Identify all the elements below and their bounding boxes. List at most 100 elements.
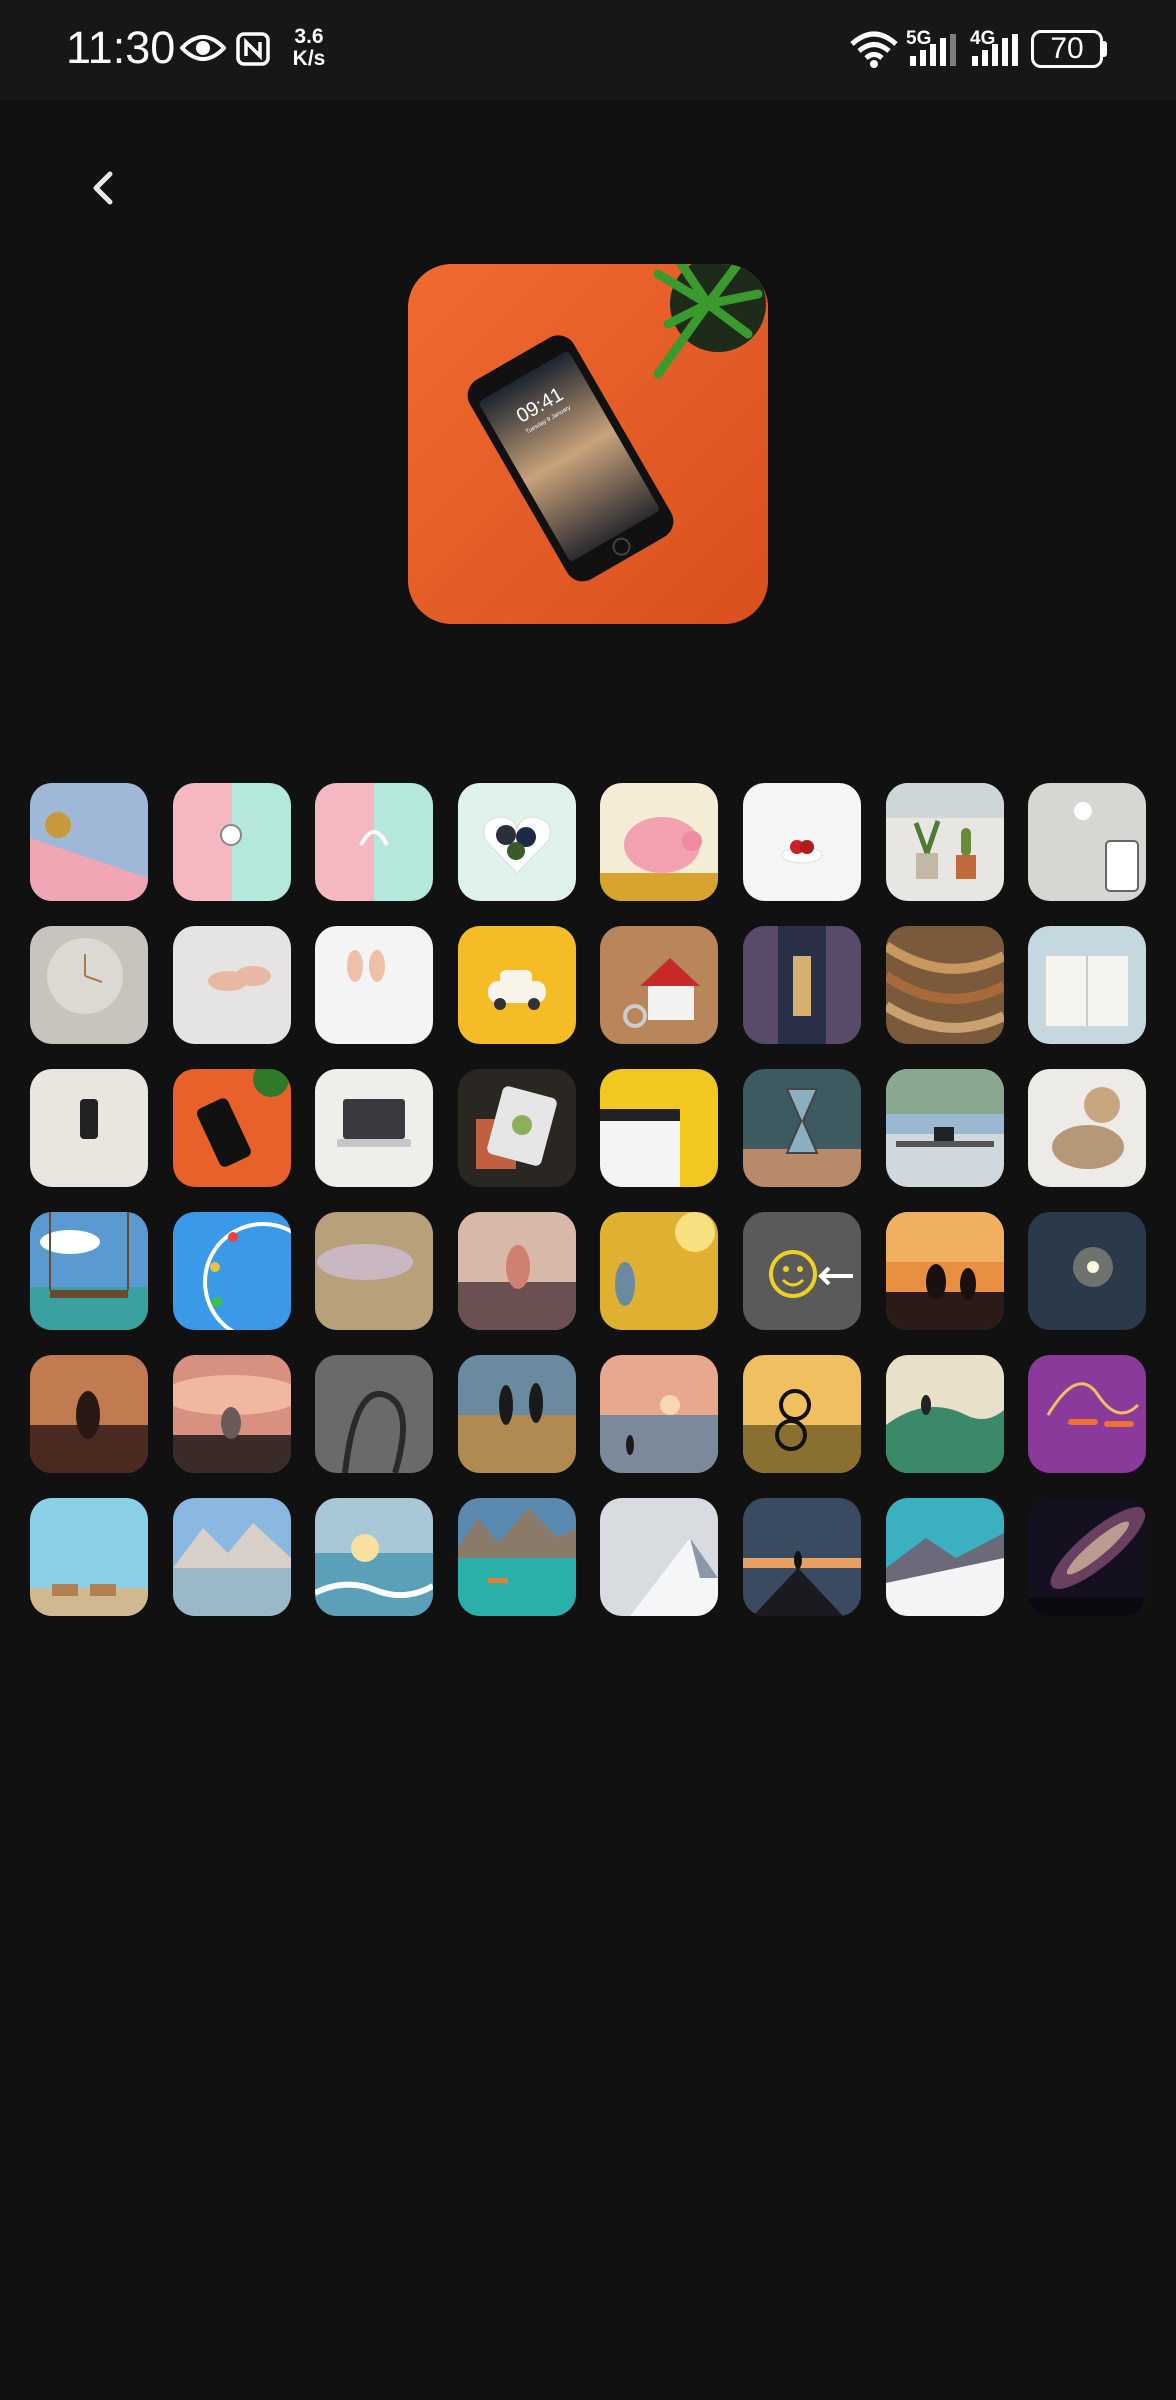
wallpaper-image — [600, 1355, 719, 1473]
wallpaper-thumbnail-surfer-wave[interactable] — [885, 1355, 1004, 1473]
wallpaper-image — [1028, 1355, 1147, 1473]
wallpaper-thumbnail-smiley-arrow-ground[interactable] — [742, 1212, 861, 1330]
wallpaper-thumbnail-baby-feet-blanket[interactable] — [172, 926, 291, 1044]
wallpaper-thumbnail-jump-rope-shadow[interactable] — [315, 1355, 434, 1473]
wallpaper-image — [742, 1069, 861, 1187]
wallpaper-thumbnail-meditation-clouds[interactable] — [172, 1355, 291, 1473]
nfc-icon — [236, 32, 270, 66]
wallpaper-thumbnail-pastel-blue-pink-gold-coin[interactable] — [30, 783, 148, 901]
wallpaper-image — [1028, 926, 1147, 1044]
eye-icon — [180, 35, 226, 61]
wallpaper-thumbnail-milky-way-night[interactable] — [1028, 1498, 1147, 1616]
wallpaper-image — [885, 1355, 1004, 1473]
wallpaper-image — [885, 1069, 1004, 1187]
wallpaper-thumbnail-berry-heart-bowl[interactable] — [457, 783, 576, 901]
wallpaper-thumbnail-ferris-wheel-sky[interactable] — [172, 1212, 291, 1330]
wallpaper-thumbnail-phone-on-white[interactable] — [30, 1069, 148, 1187]
status-time: 11:30 — [66, 22, 176, 73]
signal-icon — [972, 34, 1018, 66]
wallpaper-thumbnail-pastel-pink-mint-clock[interactable] — [172, 783, 291, 901]
wallpaper-image — [315, 1069, 434, 1187]
wallpaper-thumbnail-tablet-drawing-dark[interactable] — [457, 1069, 576, 1187]
wallpaper-thumbnail-friends-beach-walk[interactable] — [457, 1355, 576, 1473]
wallpaper-thumbnail-clapperboard-yellow[interactable] — [600, 1069, 719, 1187]
wallpaper-image — [172, 1498, 291, 1616]
wallpaper-thumbnail-yoga-sunset[interactable] — [30, 1355, 148, 1473]
wallpaper-thumbnail-finger-heart-sunset[interactable] — [457, 1212, 576, 1330]
wallpaper-thumbnail-couple-sunset-hill[interactable] — [885, 1212, 1004, 1330]
wallpaper-thumbnail-pastel-pink-mint-headphones[interactable] — [315, 783, 434, 901]
wallpaper-image — [457, 1212, 576, 1330]
wallpaper-image — [457, 1069, 576, 1187]
network-speed: 3.6 K/s — [284, 26, 334, 70]
wallpaper-image — [315, 1355, 434, 1473]
wallpaper-thumbnail-library-corridor[interactable] — [742, 926, 861, 1044]
wallpaper-thumbnail-hourglass-sand[interactable] — [742, 1069, 861, 1187]
wallpaper-thumbnail-beach-swing[interactable] — [30, 1212, 148, 1330]
wallpaper-thumbnail-desk-flatlay-gray[interactable] — [1028, 783, 1147, 901]
wallpaper-image — [172, 1069, 291, 1187]
wallpaper-image — [315, 1212, 434, 1330]
wallpaper-image — [742, 1498, 861, 1616]
wallpaper-image — [885, 1212, 1004, 1330]
wallpaper-thumbnail-pink-piggy-bank[interactable] — [600, 783, 719, 901]
wallpaper-image — [315, 783, 434, 901]
wallpaper-image — [885, 1498, 1004, 1616]
chevron-left-icon — [93, 171, 113, 205]
wallpaper-image — [600, 1212, 719, 1330]
wallpaper-image — [315, 926, 434, 1044]
wallpaper-thumbnail-beach-chairs-sky[interactable] — [30, 1498, 148, 1616]
wallpaper-thumbnail-dog-and-cat[interactable] — [1028, 1069, 1147, 1187]
wallpaper-thumbnail-jump-rope-purple[interactable] — [1028, 1355, 1147, 1473]
wallpaper-thumbnail-snowy-slope-mountains[interactable] — [885, 1498, 1004, 1616]
wallpaper-thumbnail-potted-plants-window[interactable] — [885, 783, 1004, 901]
wallpaper-thumbnail-turquoise-lake-boat[interactable] — [457, 1498, 576, 1616]
wallpaper-thumbnail-toy-car-yellow[interactable] — [457, 926, 576, 1044]
wallpaper-image — [315, 1498, 434, 1616]
wallpaper-image — [30, 1355, 148, 1473]
wallpaper-image — [742, 926, 861, 1044]
wallpaper-thumbnail-laptop-on-desk[interactable] — [315, 1069, 434, 1187]
preview-image: 09:41 Tuesday 9 January — [408, 264, 768, 624]
wallpaper-image — [1028, 783, 1147, 901]
wallpaper-thumbnail-open-book-beach[interactable] — [1028, 926, 1147, 1044]
wallpaper-thumbnail-ocean-sunrise-waves[interactable] — [315, 1498, 434, 1616]
wallpaper-thumbnail-beach-sunset-runner[interactable] — [600, 1355, 719, 1473]
wallpaper-thumbnail-mountain-lake-reflection[interactable] — [172, 1498, 291, 1616]
wallpaper-image — [742, 1212, 861, 1330]
wallpaper-image — [885, 926, 1004, 1044]
wallpaper-grid — [30, 783, 1147, 1616]
wallpaper-image — [600, 1498, 719, 1616]
wallpaper-thumbnail-house-model-keys[interactable] — [600, 926, 719, 1044]
wallpaper-image — [742, 1355, 861, 1473]
wallpaper-image — [172, 1355, 291, 1473]
wallpaper-image — [30, 926, 148, 1044]
wallpaper-thumbnail-baby-feet-white-sheets[interactable] — [315, 926, 434, 1044]
battery-level: 70 — [1050, 32, 1084, 65]
wallpaper-thumbnail-summit-sunset-hiker[interactable] — [742, 1498, 861, 1616]
status-bar: 11:30 3.6 K/s 5G 4G 70 — [0, 0, 1176, 100]
wallpaper-image — [30, 783, 148, 901]
wallpaper-thumbnail-bicycle-sunset[interactable] — [742, 1355, 861, 1473]
wallpaper-thumbnail-strawberry-bowl-white[interactable] — [742, 783, 861, 901]
wallpaper-thumbnail-sparkler-night[interactable] — [1028, 1212, 1147, 1330]
battery-icon: 70 — [1031, 30, 1103, 68]
wallpaper-image — [1028, 1498, 1147, 1616]
back-button[interactable] — [76, 160, 136, 220]
wallpaper-thumbnail-child-golden-field[interactable] — [600, 1212, 719, 1330]
wallpaper-thumbnail-white-wall-clock[interactable] — [30, 926, 148, 1044]
wallpaper-thumbnail-desk-lake-view[interactable] — [885, 1069, 1004, 1187]
wallpaper-thumbnail-smile-stone[interactable] — [315, 1212, 434, 1330]
wallpaper-thumbnail-phone-on-orange[interactable] — [172, 1069, 291, 1187]
wifi-icon — [850, 31, 898, 68]
wallpaper-image — [172, 783, 291, 901]
wallpaper-image — [600, 1069, 719, 1187]
wallpaper-image — [600, 783, 719, 901]
wallpaper-image — [1028, 1212, 1147, 1330]
wallpaper-image — [742, 783, 861, 901]
wallpaper-image — [457, 1355, 576, 1473]
wallpaper-image — [885, 783, 1004, 901]
wallpaper-image — [600, 926, 719, 1044]
wallpaper-thumbnail-snowy-mountain-clouds[interactable] — [600, 1498, 719, 1616]
wallpaper-thumbnail-curved-bookshelves[interactable] — [885, 926, 1004, 1044]
